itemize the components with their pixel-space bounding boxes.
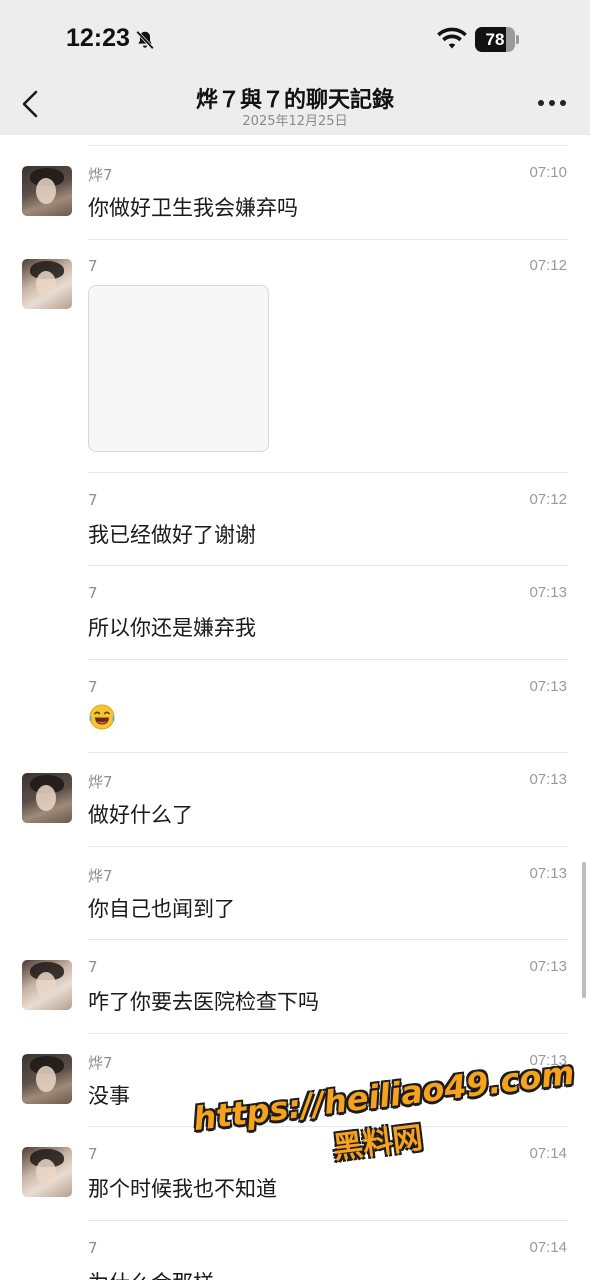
message-time: 07:12 bbox=[529, 257, 567, 274]
message-text: 我已经做好了谢谢 bbox=[88, 523, 256, 547]
sender-name: 7 bbox=[88, 958, 98, 976]
sender-name: 7 bbox=[88, 678, 98, 696]
message-time: 07:13 bbox=[529, 678, 567, 695]
message-time: 07:13 bbox=[529, 865, 567, 882]
sender-name: 7 bbox=[88, 1239, 98, 1257]
divider bbox=[88, 846, 568, 847]
message-text: 为什么会那样 bbox=[88, 1267, 214, 1280]
message-text: 咋了你要去医院检查下吗 bbox=[88, 990, 319, 1014]
avatar[interactable] bbox=[22, 166, 72, 216]
message-time: 07:10 bbox=[529, 164, 567, 181]
divider bbox=[88, 1126, 568, 1127]
divider bbox=[88, 1033, 568, 1034]
divider bbox=[88, 472, 568, 473]
message-time: 07:13 bbox=[529, 1052, 567, 1069]
divider bbox=[88, 1220, 568, 1221]
sender-name: 7 bbox=[88, 257, 98, 275]
divider bbox=[88, 565, 568, 566]
battery-percent: 78 bbox=[485, 30, 505, 49]
avatar[interactable] bbox=[22, 1054, 72, 1104]
avatar[interactable] bbox=[22, 773, 72, 823]
avatar[interactable] bbox=[22, 1147, 72, 1197]
scrollbar[interactable] bbox=[582, 862, 586, 998]
divider bbox=[88, 145, 568, 146]
message-text: 做好什么了 bbox=[88, 803, 193, 827]
sender-name: 烨7 bbox=[88, 166, 113, 184]
sender-name: 7 bbox=[88, 1145, 98, 1163]
laughing-tears-emoji-icon bbox=[89, 704, 115, 730]
message-text: 没事 bbox=[88, 1084, 130, 1108]
sender-name: 烨7 bbox=[88, 773, 113, 791]
message-text: 所以你还是嫌弃我 bbox=[88, 616, 256, 640]
avatar[interactable] bbox=[22, 960, 72, 1010]
divider bbox=[88, 239, 568, 240]
top-bar: 12:23 78 烨７與７的聊天記錄 2025年12月25日 bbox=[0, 0, 590, 135]
message-time: 07:13 bbox=[529, 771, 567, 788]
divider bbox=[88, 752, 568, 753]
message-time: 07:12 bbox=[529, 491, 567, 508]
more-options-button[interactable] bbox=[532, 90, 572, 116]
message-text: 你自己也闻到了 bbox=[88, 897, 235, 921]
image-message[interactable] bbox=[88, 285, 269, 452]
sender-name: 7 bbox=[88, 584, 98, 602]
status-time: 12:23 bbox=[66, 24, 130, 52]
message-time: 07:13 bbox=[529, 958, 567, 975]
sender-name: 烨7 bbox=[88, 1054, 113, 1072]
divider bbox=[88, 939, 568, 940]
sender-name: 7 bbox=[88, 491, 98, 509]
wifi-icon bbox=[437, 27, 467, 49]
message-text: 你做好卫生我会嫌弃吗 bbox=[88, 196, 298, 220]
message-list[interactable]: 烨7 07:10 你做好卫生我会嫌弃吗 7 07:12 7 07:12 我已经做… bbox=[0, 135, 590, 1280]
bell-muted-icon bbox=[136, 30, 154, 50]
message-time: 07:14 bbox=[529, 1145, 567, 1162]
message-time: 07:14 bbox=[529, 1239, 567, 1256]
avatar[interactable] bbox=[22, 259, 72, 309]
chat-record-date: 2025年12月25日 bbox=[242, 114, 348, 129]
message-text: 那个时候我也不知道 bbox=[88, 1177, 277, 1201]
battery-indicator: 78 bbox=[475, 27, 519, 52]
message-time: 07:13 bbox=[529, 584, 567, 601]
divider bbox=[88, 659, 568, 660]
sender-name: 烨7 bbox=[88, 867, 113, 885]
